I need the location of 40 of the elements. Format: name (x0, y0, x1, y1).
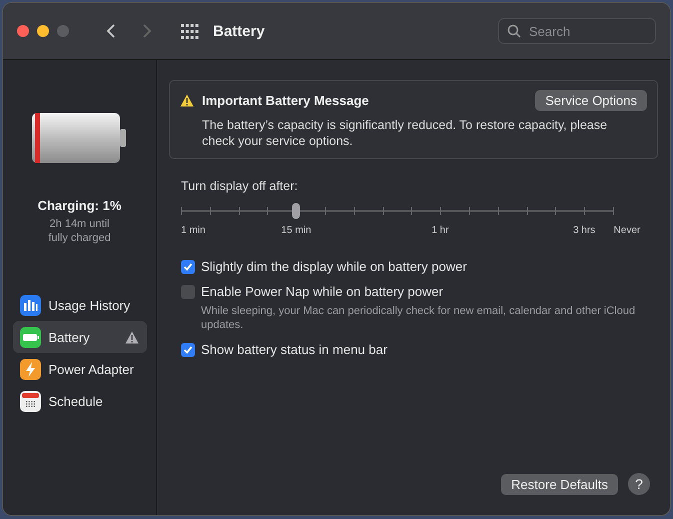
alert-message: The battery’s capacity is significantly reduced. To restore capacity, please check your service options. (202, 117, 608, 149)
checkbox[interactable] (181, 260, 195, 274)
search-input[interactable]: Search (527, 22, 641, 40)
slider-tick-label: 3 hrs (573, 225, 596, 236)
display-off-slider[interactable] (181, 203, 613, 219)
slider-tick-label: 1 hr (432, 225, 449, 236)
service-options-button[interactable]: Service Options (535, 90, 647, 111)
option-note: While sleeping, your Mac can periodically check for new email, calendar and other iCloud updates. (201, 304, 636, 332)
minimize-button[interactable] (37, 25, 49, 37)
sidebar-item[interactable]: Battery (12, 321, 146, 353)
grid-icon[interactable] (181, 22, 199, 40)
slider-tick-label: 15 min (281, 225, 312, 236)
slider-tick-label: Never (614, 225, 640, 236)
battery-icon (30, 112, 128, 164)
help-button[interactable]: ? (628, 473, 650, 495)
checkbox[interactable] (181, 284, 195, 298)
window-title: Battery (213, 22, 265, 40)
option-label: Slightly dim the display while on battery power (201, 259, 467, 274)
lightning-bolt-icon (20, 358, 40, 380)
calendar-icon (20, 390, 40, 412)
charge-time: 2h 14m until fully charged (47, 217, 112, 245)
restore-defaults-button[interactable]: Restore Defaults (501, 474, 618, 494)
search-field[interactable]: Search (498, 18, 656, 44)
slider-tick-label: 1 min (181, 225, 206, 236)
battery-icon (20, 326, 40, 348)
sidebar-item[interactable]: Usage History (12, 289, 146, 321)
option-label: Show battery status in menu bar (201, 342, 388, 357)
sidebar-item[interactable]: Schedule (12, 385, 146, 417)
charging-status: Charging: 1% (38, 198, 122, 213)
checkbox[interactable] (181, 342, 195, 356)
slider-thumb[interactable] (292, 203, 300, 219)
option-label: Enable Power Nap while on battery power (201, 284, 444, 299)
back-icon[interactable] (105, 23, 117, 39)
search-icon (507, 24, 521, 38)
alert-title: Important Battery Message (202, 93, 369, 108)
bar-chart-icon (20, 294, 40, 316)
close-button[interactable] (17, 25, 29, 37)
slider-label: Turn display off after: (181, 179, 299, 193)
sidebar-item[interactable]: Power Adapter (12, 353, 146, 385)
warning-icon (180, 94, 194, 107)
